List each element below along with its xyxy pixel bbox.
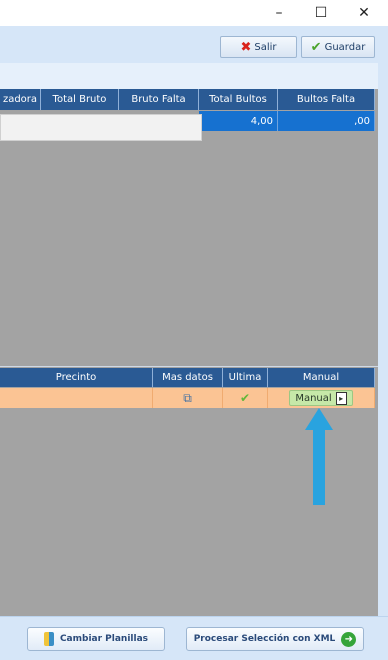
sheets-icon <box>43 632 54 646</box>
save-button[interactable]: ✔ Guardar <box>301 36 375 58</box>
column-header-manual[interactable]: Manual <box>268 368 375 387</box>
row-edit-field[interactable] <box>0 114 202 141</box>
exit-button[interactable]: ✖ Salir <box>220 36 297 58</box>
change-sheets-button[interactable]: Cambiar Planillas <box>27 627 165 651</box>
column-header-bruto-falta[interactable]: Bruto Falta <box>119 89 199 110</box>
column-header-ultima[interactable]: Ultima <box>223 368 268 387</box>
cell-bultos-falta[interactable]: ,00 <box>278 111 375 131</box>
column-header-total-bruto[interactable]: Total Bruto <box>41 89 119 110</box>
close-icon[interactable]: ✕ <box>347 0 381 26</box>
column-header-precinto[interactable]: Precinto <box>0 368 153 387</box>
maximize-icon[interactable]: ☐ <box>304 0 338 26</box>
column-header-total-bultos[interactable]: Total Bultos <box>199 89 278 110</box>
change-sheets-label: Cambiar Planillas <box>59 634 149 644</box>
details-icon[interactable]: ⧉ <box>183 391 192 406</box>
window-titlebar: – ☐ ✕ <box>0 0 388 26</box>
top-grid-strip <box>0 63 378 89</box>
checkmark-icon: ✔ <box>239 391 251 405</box>
cell-mas-datos[interactable]: ⧉ <box>153 388 223 408</box>
right-frame-edge <box>378 63 388 616</box>
arrow-right-icon: ➜ <box>341 631 357 647</box>
document-icon: ▸ <box>335 391 347 405</box>
cell-manual[interactable]: Manual ▸ <box>268 388 375 408</box>
manual-button[interactable]: Manual ▸ <box>289 390 353 406</box>
manual-label: Manual <box>295 392 332 404</box>
red-x-icon: ✖ <box>240 39 252 55</box>
column-header-mas-datos[interactable]: Mas datos <box>153 368 223 387</box>
minimize-icon[interactable]: – <box>262 0 296 26</box>
process-xml-button[interactable]: Procesar Selección con XML ➜ <box>186 627 364 651</box>
checkmark-icon: ✔ <box>310 39 322 55</box>
pointer-arrow-shaft <box>313 429 325 505</box>
cell-ultima[interactable]: ✔ <box>223 388 268 408</box>
pointer-arrow-head <box>305 408 333 430</box>
save-label: Guardar <box>324 41 366 53</box>
cell-precinto[interactable] <box>0 388 153 408</box>
process-xml-label: Procesar Selección con XML <box>193 634 336 644</box>
column-header-bultos-falta[interactable]: Bultos Falta <box>278 89 375 110</box>
cell-total-bultos[interactable]: 4,00 <box>199 111 278 131</box>
exit-label: Salir <box>254 41 277 53</box>
column-header-zadora[interactable]: zadora <box>0 89 41 110</box>
